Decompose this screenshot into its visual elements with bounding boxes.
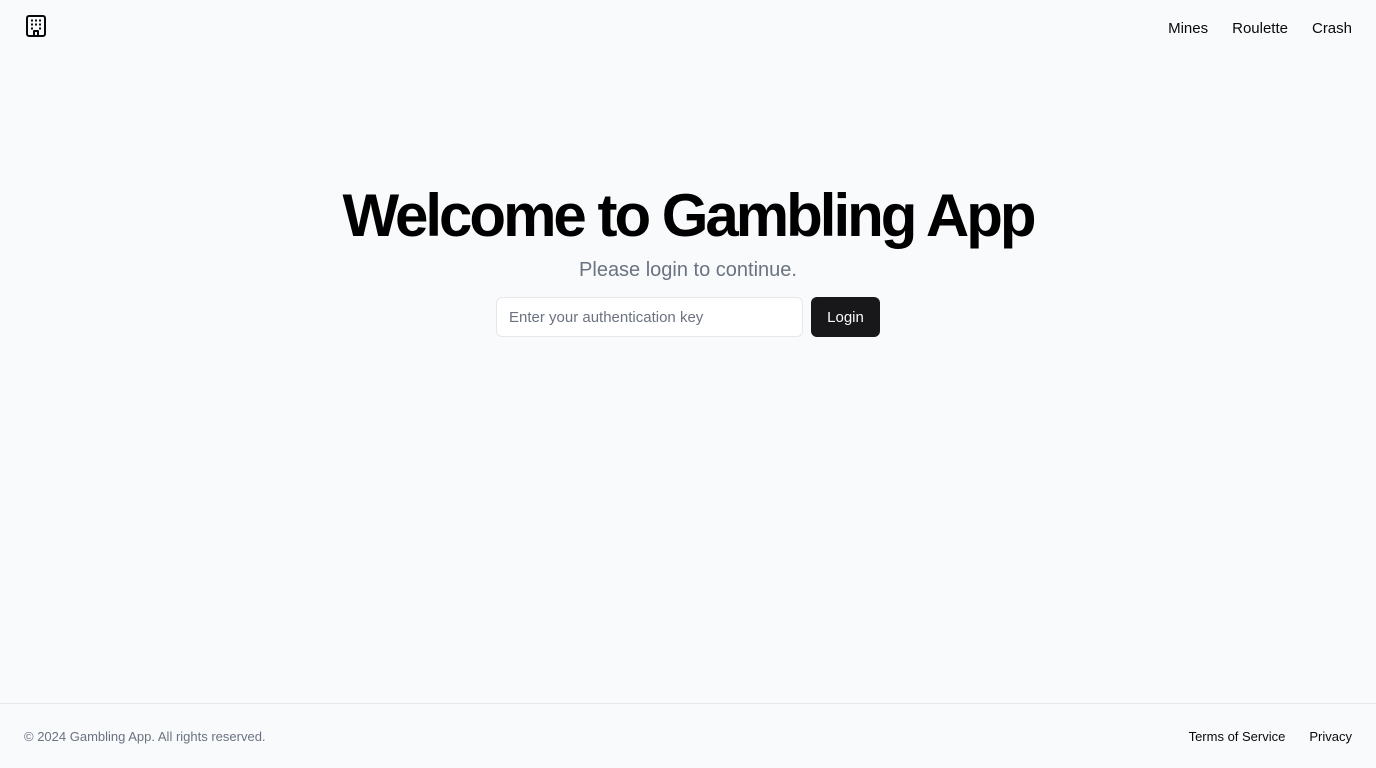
footer-links: Terms of Service Privacy <box>1189 729 1352 744</box>
main-nav: Mines Roulette Crash <box>1168 20 1352 37</box>
privacy-link[interactable]: Privacy <box>1309 729 1352 744</box>
main-content: Welcome to Gambling App Please login to … <box>0 56 1376 703</box>
login-hero: Welcome to Gambling App Please login to … <box>0 180 1376 337</box>
terms-of-service-link[interactable]: Terms of Service <box>1189 729 1286 744</box>
page-footer: © 2024 Gambling App. All rights reserved… <box>0 703 1376 768</box>
top-header: Mines Roulette Crash <box>0 0 1376 56</box>
nav-link-mines[interactable]: Mines <box>1168 20 1208 37</box>
home-logo-link[interactable] <box>24 14 48 42</box>
page: Mines Roulette Crash Welcome to Gambling… <box>0 0 1376 768</box>
copyright-text: © 2024 Gambling App. All rights reserved… <box>24 728 266 744</box>
building-icon <box>26 14 46 42</box>
login-form: Login <box>496 297 880 337</box>
login-button[interactable]: Login <box>811 297 880 337</box>
page-subtitle: Please login to continue. <box>579 259 797 281</box>
auth-key-input[interactable] <box>496 297 803 337</box>
page-title: Welcome to Gambling App <box>342 182 1036 249</box>
nav-link-crash[interactable]: Crash <box>1312 20 1352 37</box>
nav-link-roulette[interactable]: Roulette <box>1232 20 1288 37</box>
